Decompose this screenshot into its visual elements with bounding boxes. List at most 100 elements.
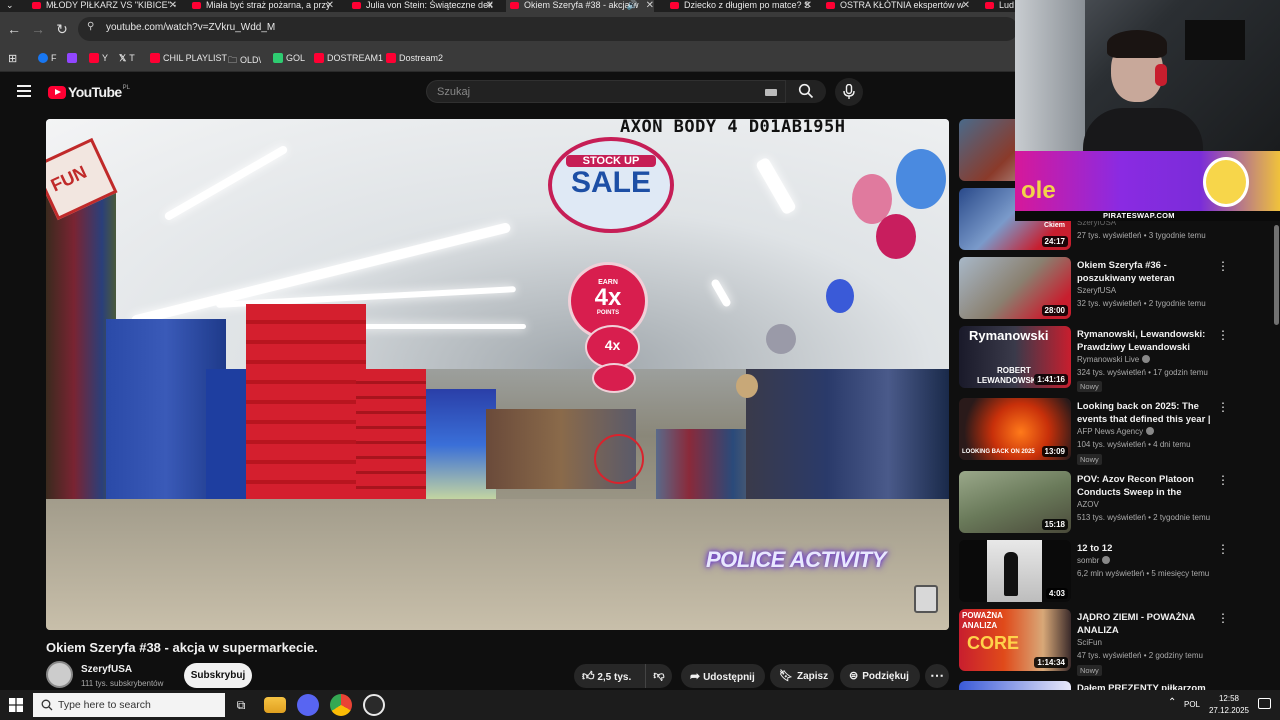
video-thumbnail[interactable]: Rymanowski ROBERT LEWANDOWSKI 1:41:16 [959,326,1071,388]
video-channel[interactable]: AFP News Agency [1077,427,1155,436]
more-options-icon[interactable]: ⋮ [1217,328,1229,342]
more-options-icon[interactable]: ⋮ [1217,400,1229,414]
more-options-icon[interactable]: ⋮ [1217,259,1229,273]
windows-start-icon[interactable] [9,698,23,712]
mascot-icon [1203,157,1249,207]
taskbar-search-placeholder[interactable]: Type here to search [58,699,151,711]
close-tab-icon[interactable]: ✕ [646,0,654,11]
sidebar-video-item[interactable]: 28:00 Okiem Szeryfa #36 - poszukiwany we… [959,257,1231,319]
more-options-icon[interactable]: ⋮ [1217,473,1229,487]
video-channel[interactable]: Rymanowski Live [1077,355,1151,364]
sidebar-video-item[interactable]: LOOKING BACK ON 2025 13:09 Looking back … [959,398,1231,465]
youtube-logo[interactable]: YouTubePL [48,84,130,102]
bookmark-dostream1[interactable]: DOSTREAM1 [314,53,383,63]
dislike-button[interactable]: 👎︎ [645,664,672,688]
discord-app-icon[interactable] [297,694,319,716]
video-thumbnail[interactable] [959,681,1071,690]
video-title[interactable]: Dałem PREZENTY piłkarzom FC [1077,682,1215,690]
search-button[interactable] [786,80,826,103]
video-channel[interactable]: SciFun [1077,638,1102,647]
tab-list-icon[interactable]: ⌄ [6,0,22,12]
browser-tab[interactable]: Dziecko z długiem po matce? S ✕ [670,0,812,12]
bookmark-folder-old[interactable]: 🗀 OLD\ [228,53,261,69]
video-player[interactable]: STOCK UP SALE EARN 4x POINTS 4x FUN AXON… [46,119,949,630]
stock-up-sale-sign: STOCK UP SALE [548,137,674,233]
browser-tab[interactable]: Miała być straż pożarna, a przy ✕ [192,0,334,12]
browser-tab[interactable]: Lud [985,0,1015,12]
channel-avatar[interactable] [46,661,73,688]
video-title[interactable]: Rymanowski, Lewandowski: Prawdziwy Lewan… [1077,328,1215,354]
video-title[interactable]: 12 to 12 [1077,542,1215,555]
video-title[interactable]: Looking back on 2025: The events that de… [1077,400,1215,427]
like-button[interactable]: 👍︎ 2,5 tys. [574,664,642,688]
video-channel[interactable]: sombr [1077,556,1111,565]
task-view-icon[interactable]: ⧉ [230,694,252,716]
keyboard-icon[interactable] [765,89,777,96]
bookmark-label: DOSTREAM1 [327,53,384,63]
bookmark-gol[interactable]: GOL [273,53,305,63]
sidebar-video-item[interactable]: 4:03 12 to 12 sombr 6,2 mln wyświetleń •… [959,540,1231,602]
url-text[interactable]: youtube.com/watch?v=ZVkru_Wdd_M [106,22,275,33]
obs-app-icon[interactable] [363,694,385,716]
bookmark-t[interactable]: 𝕏T [119,53,135,64]
close-tab-icon[interactable]: ✕ [169,0,177,11]
sidebar-video-item[interactable]: POWAŻNA ANALIZA CORE 1:14:34 JĄDRO ZIEMI… [959,609,1231,676]
apps-grid-icon[interactable]: ⊞ [8,52,17,65]
channel-name[interactable]: SzeryfUSA [81,664,132,675]
audio-playing-icon[interactable]: 🔊 [627,0,638,11]
search-box[interactable]: Szukaj [426,80,786,103]
more-options-icon[interactable]: ⋮ [1217,611,1229,625]
thanks-button[interactable]: ⊜ Podziękuj [840,664,920,688]
close-tab-icon[interactable]: ✕ [326,0,334,11]
browser-tab[interactable]: MŁODY PIŁKARZ VS "KIBICE" - ✕ [32,0,177,12]
browser-tab[interactable]: Julia von Stein: Świąteczne dek ✕ [352,0,494,12]
video-thumbnail[interactable]: 4:03 [959,540,1071,602]
close-tab-icon[interactable]: ✕ [962,0,970,11]
more-options-icon[interactable]: ⋮ [1217,542,1229,556]
tray-chevron-icon[interactable]: ⌃ [1168,697,1176,708]
sidebar-video-item[interactable]: Dałem PREZENTY piłkarzom FC [959,681,1231,690]
bookmark-twitch[interactable] [67,53,80,63]
subscribe-button[interactable]: Subskrybuj [184,663,252,688]
sidebar-scrollbar[interactable] [1274,225,1279,325]
new-badge: Nowy [1077,665,1102,676]
clock[interactable]: 12:58 27.12.2025 [1208,693,1250,717]
video-thumbnail[interactable]: 28:00 [959,257,1071,319]
notifications-icon[interactable] [1258,698,1271,709]
windows-taskbar: Type here to search ⧉ ⌃ POL 12:58 27.12.… [0,690,1280,720]
back-button[interactable]: ← [4,19,24,39]
sidebar-video-item[interactable]: Rymanowski ROBERT LEWANDOWSKI 1:41:16 Ry… [959,326,1231,392]
taskbar-search[interactable]: Type here to search [33,693,225,717]
video-thumbnail[interactable]: POWAŻNA ANALIZA CORE 1:14:34 [959,609,1071,671]
voice-search-button[interactable] [835,78,863,106]
video-channel[interactable]: AZOV [1077,500,1099,509]
address-bar[interactable]: ⚲ youtube.com/watch?v=ZVkru_Wdd_M [78,17,1018,41]
video-title[interactable]: POV: Azov Recon Platoon Conducts Sweep i… [1077,473,1215,500]
save-button[interactable]: 🔖︎ Zapisz [770,664,834,688]
reload-button[interactable]: ↻ [52,19,72,39]
more-actions-button[interactable]: ⋯ [925,664,949,688]
balloon [736,374,758,398]
hamburger-menu-icon[interactable] [17,85,31,97]
file-explorer-icon[interactable] [264,697,286,713]
bookmark-y[interactable]: Y [89,53,108,63]
share-button[interactable]: ➦ Udostępnij [681,664,765,688]
bookmark-f[interactable]: F [38,53,57,63]
browser-tab-active[interactable]: Okiem Szeryfa #38 - akcja w 🔊 ✕ [506,0,654,12]
site-info-icon[interactable]: ⚲ [87,21,94,32]
language-indicator[interactable]: POL [1184,700,1200,709]
close-tab-icon[interactable]: ✕ [804,0,812,11]
video-title[interactable]: Okiem Szeryfa #36 - poszukiwany weteran [1077,259,1215,285]
bookmark-chil-playlist[interactable]: CHIL PLAYLIST [150,53,227,63]
sidebar-video-item[interactable]: 15:18 POV: Azov Recon Platoon Conducts S… [959,471,1231,533]
video-title[interactable]: JĄDRO ZIEMI - POWAŻNA ANALIZA [1077,611,1215,637]
video-thumbnail[interactable]: LOOKING BACK ON 2025 13:09 [959,398,1071,460]
bookmark-dostream2[interactable]: Dostream2 [386,53,443,63]
close-tab-icon[interactable]: ✕ [486,0,494,11]
forward-button[interactable]: → [28,19,48,39]
browser-tab[interactable]: OSTRA KŁÓTNIA ekspertów w ✕ [826,0,970,12]
search-input[interactable]: Szukaj [437,86,470,98]
video-thumbnail[interactable]: 15:18 [959,471,1071,533]
video-channel[interactable]: SzeryfUSA [1077,286,1116,295]
chrome-app-icon[interactable] [330,694,352,716]
